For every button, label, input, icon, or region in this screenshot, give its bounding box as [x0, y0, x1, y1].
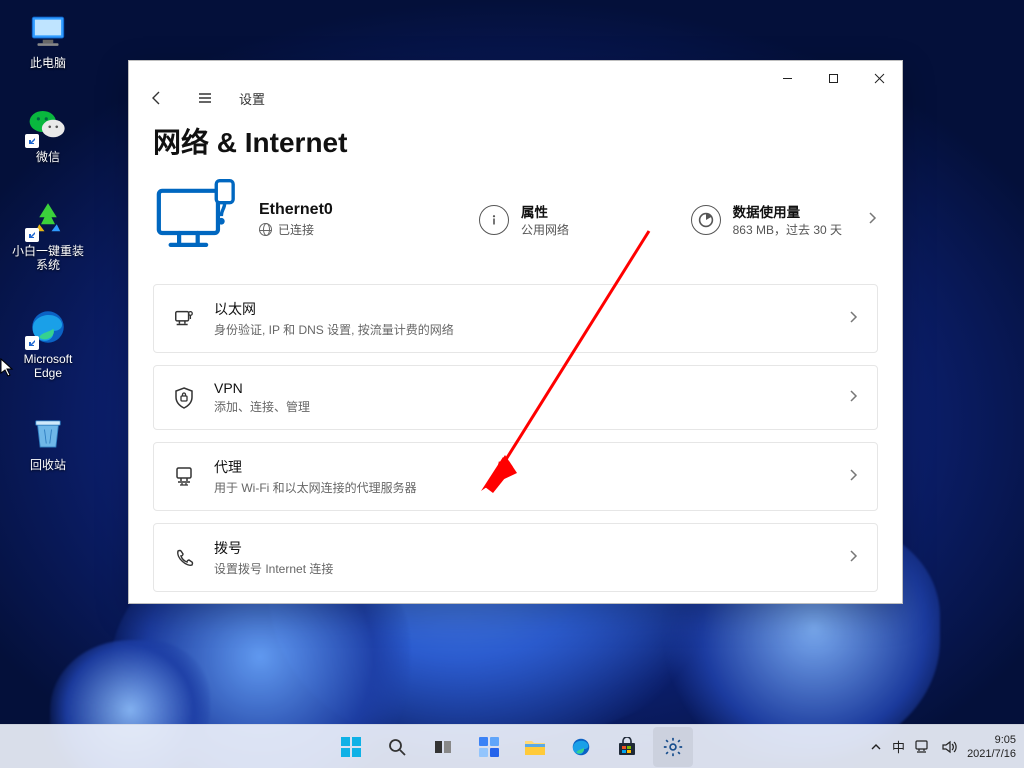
- system-tray: 中 9:05 2021/7/16: [870, 733, 1016, 761]
- shortcut-arrow-icon: [25, 134, 39, 148]
- shield-lock-icon: [172, 387, 196, 409]
- item-title: 以太网: [214, 299, 829, 319]
- settings-content[interactable]: 网络 & Internet Ethernet0 已连接: [129, 109, 902, 603]
- info-icon: [479, 205, 509, 235]
- settings-item-proxy[interactable]: 代理 用于 Wi-Fi 和以太网连接的代理服务器: [153, 442, 878, 511]
- stat-subtitle: 863 MB，过去 30 天: [733, 221, 842, 238]
- settings-button[interactable]: [653, 727, 693, 767]
- item-subtitle: 设置拨号 Internet 连接: [214, 560, 829, 577]
- desktop-icon-wechat[interactable]: 微信: [10, 104, 86, 164]
- settings-item-dialup[interactable]: 拨号 设置拨号 Internet 连接: [153, 523, 878, 592]
- nav-menu-button[interactable]: [191, 84, 219, 112]
- desktop-icon-label: Microsoft Edge: [10, 352, 86, 380]
- maximize-button[interactable]: [810, 62, 856, 94]
- start-button[interactable]: [331, 727, 371, 767]
- item-subtitle: 添加、连接、管理: [214, 398, 829, 415]
- item-title: VPN: [214, 380, 829, 396]
- ethernet-icon: [172, 308, 196, 330]
- desktop-icon-label: 微信: [10, 150, 86, 164]
- ime-indicator[interactable]: 中: [892, 737, 905, 756]
- stat-title: 属性: [521, 201, 569, 221]
- desktop-icon-label: 回收站: [10, 458, 86, 472]
- chevron-right-icon: [847, 310, 859, 328]
- phone-icon: [172, 548, 196, 568]
- search-button[interactable]: [377, 727, 417, 767]
- tray-overflow-button[interactable]: [870, 741, 882, 753]
- store-button[interactable]: [607, 727, 647, 767]
- network-monitor-icon: [153, 179, 239, 260]
- globe-icon: [259, 223, 272, 236]
- desktop-icon-label: 此电脑: [10, 56, 86, 70]
- stat-title: 数据使用量: [733, 201, 842, 221]
- item-subtitle: 用于 Wi-Fi 和以太网连接的代理服务器: [214, 479, 829, 496]
- recycle-app-icon: [27, 198, 69, 240]
- minimize-button[interactable]: [764, 62, 810, 94]
- network-status: 已连接: [278, 221, 314, 238]
- wechat-icon: [27, 104, 69, 146]
- taskbar-clock[interactable]: 9:05 2021/7/16: [967, 733, 1016, 761]
- file-explorer-button[interactable]: [515, 727, 555, 767]
- clock-time: 9:05: [967, 733, 1016, 747]
- chevron-right-icon: [847, 468, 859, 486]
- volume-tray-icon[interactable]: [941, 740, 957, 754]
- edge-button[interactable]: [561, 727, 601, 767]
- taskbar-center: [331, 727, 693, 767]
- proxy-icon: [172, 466, 196, 488]
- desktop-icon-label: 小白一键重装系统: [10, 244, 86, 272]
- chevron-right-icon: [847, 389, 859, 407]
- back-button[interactable]: [143, 84, 171, 112]
- close-button[interactable]: [856, 62, 902, 94]
- taskbar: 中 9:05 2021/7/16: [0, 724, 1024, 768]
- desktop-icon-edge[interactable]: Microsoft Edge: [10, 306, 86, 380]
- shortcut-arrow-icon: [25, 228, 39, 242]
- shortcut-arrow-icon: [25, 336, 39, 350]
- edge-icon: [27, 306, 69, 348]
- desktop-icon-xiaobai[interactable]: 小白一键重装系统: [10, 198, 86, 272]
- data-usage-stat[interactable]: 数据使用量 863 MB，过去 30 天: [691, 201, 878, 238]
- settings-item-vpn[interactable]: VPN 添加、连接、管理: [153, 365, 878, 430]
- item-subtitle: 身份验证, IP 和 DNS 设置, 按流量计费的网络: [214, 321, 829, 338]
- app-name: 设置: [239, 89, 265, 108]
- chevron-right-icon: [847, 549, 859, 567]
- desktop-icon-recycle-bin[interactable]: 回收站: [10, 412, 86, 472]
- network-name: Ethernet0: [259, 201, 459, 219]
- this-pc-icon: [27, 10, 69, 52]
- desktop: 此电脑 微信 小白一键重装系统 Microsoft Edge 回收站: [0, 0, 1024, 768]
- settings-item-ethernet[interactable]: 以太网 身份验证, IP 和 DNS 设置, 按流量计费的网络: [153, 284, 878, 353]
- recycle-bin-icon: [27, 412, 69, 454]
- item-title: 拨号: [214, 538, 829, 558]
- network-tray-icon[interactable]: [915, 740, 931, 754]
- desktop-icon-this-pc[interactable]: 此电脑: [10, 10, 86, 70]
- clock-date: 2021/7/16: [967, 747, 1016, 761]
- task-view-button[interactable]: [423, 727, 463, 767]
- item-title: 代理: [214, 457, 829, 477]
- properties-stat[interactable]: 属性 公用网络: [479, 201, 569, 238]
- page-title: 网络 & Internet: [153, 121, 878, 161]
- data-usage-icon: [691, 205, 721, 235]
- stat-subtitle: 公用网络: [521, 221, 569, 238]
- settings-window: 设置 网络 & Internet Ethernet0: [128, 60, 903, 604]
- chevron-right-icon: [866, 211, 878, 229]
- network-status-card: Ethernet0 已连接 属性 公用网络: [153, 179, 878, 260]
- widgets-button[interactable]: [469, 727, 509, 767]
